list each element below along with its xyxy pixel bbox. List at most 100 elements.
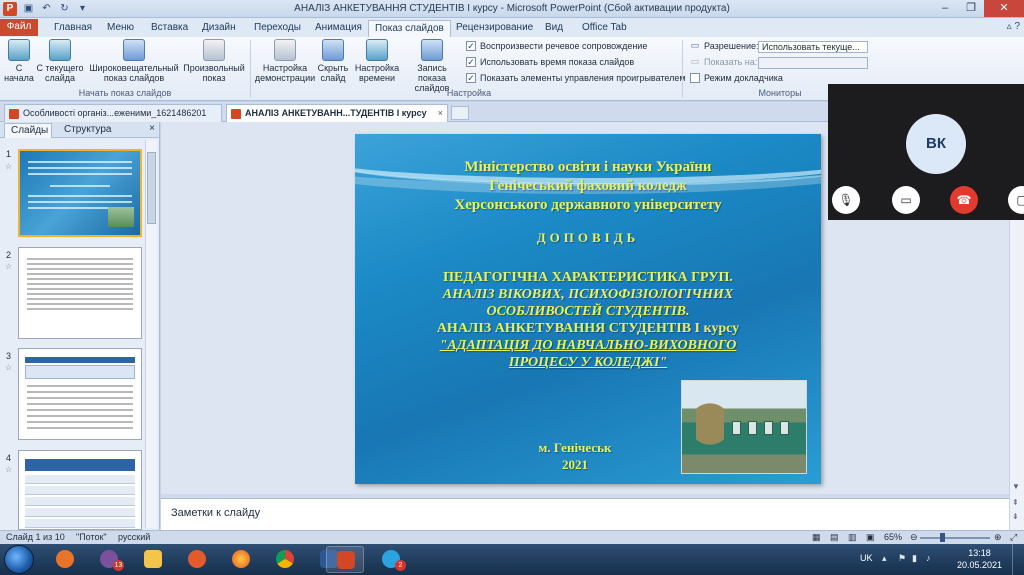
- media-player-icon: [188, 550, 206, 568]
- zoom-level[interactable]: 65%: [884, 532, 902, 542]
- tab-insert[interactable]: Вставка: [145, 20, 194, 37]
- tab-slideshow[interactable]: Показ слайдов: [368, 20, 451, 37]
- input-language[interactable]: UK: [860, 553, 873, 563]
- fit-slide-icon[interactable]: ⤢: [1010, 532, 1017, 543]
- slide-counter: Слайд 1 из 10: [6, 532, 65, 542]
- resolution-label: Разрешение:: [704, 41, 759, 51]
- presenter-view-label: Режим докладчика: [704, 73, 783, 83]
- tab-office-tab[interactable]: Office Tab: [576, 20, 633, 37]
- language-indicator[interactable]: русский: [118, 532, 150, 542]
- tab-file[interactable]: Файл: [0, 19, 38, 36]
- view-reading-icon[interactable]: ▥: [848, 532, 857, 543]
- tab-outline[interactable]: Структура: [58, 123, 117, 138]
- prev-slide-icon[interactable]: ⇞: [1012, 498, 1019, 507]
- from-start-label: С начала: [4, 63, 34, 83]
- rehearse-timings-button[interactable]: Настройка времени: [354, 39, 400, 83]
- stopwatch-icon: [366, 39, 388, 61]
- volume-icon[interactable]: ♪: [926, 553, 931, 563]
- tab-slides[interactable]: Слайды: [4, 123, 52, 138]
- view-slideshow-icon[interactable]: ▣: [866, 532, 875, 543]
- narration-checkbox[interactable]: ✓ Воспроизвести речевое сопровождение: [466, 41, 647, 51]
- camera-icon[interactable]: ▭: [892, 186, 920, 214]
- topic-line-4: АНАЛІЗ АНКЕТУВАННЯ СТУДЕНТІВ І курсу: [436, 321, 740, 336]
- scroll-down-icon[interactable]: ▼: [1012, 482, 1020, 491]
- taskbar-app-1[interactable]: [46, 546, 84, 573]
- tab-transitions[interactable]: Переходы: [248, 20, 307, 37]
- show-on-dropdown[interactable]: [758, 57, 868, 69]
- view-sorter-icon[interactable]: ▤: [830, 532, 839, 543]
- theme-name: "Поток": [76, 532, 107, 542]
- from-current-label: С текущего слайда: [36, 63, 84, 83]
- close-tab-icon[interactable]: ×: [438, 105, 443, 122]
- close-button[interactable]: ✕: [984, 0, 1024, 17]
- from-start-button[interactable]: С начала: [4, 39, 34, 83]
- slide-thumbnail-2[interactable]: [18, 247, 142, 339]
- zoom-in-icon[interactable]: ⊕: [994, 532, 1002, 543]
- media-controls-label: Показать элементы управления проигрывате…: [480, 73, 686, 83]
- slide-thumbnail-1[interactable]: [18, 149, 142, 237]
- media-controls-checkbox[interactable]: ✓ Показать элементы управления проигрыва…: [466, 73, 686, 83]
- doc-tab-2[interactable]: АНАЛІЗ АНКЕТУВАНН...ТУДЕНТІВ І курсу ×: [226, 104, 448, 122]
- college-line: Генічеський фаховий коледж: [489, 178, 687, 194]
- group-start-label: Начать показ слайдов: [78, 88, 172, 98]
- taskbar-viber[interactable]: 13: [90, 546, 128, 573]
- panel-scrollbar[interactable]: [145, 140, 157, 528]
- new-tab-button[interactable]: [451, 106, 469, 120]
- from-current-button[interactable]: С текущего слайда: [36, 39, 84, 83]
- custom-show-button[interactable]: Произвольный показ: [182, 39, 246, 83]
- ribbon-help-icons[interactable]: ▵ ?: [1007, 21, 1020, 32]
- resolution-dropdown[interactable]: Использовать текуще...: [758, 41, 868, 53]
- setup-show-button[interactable]: Настройка демонстрации: [254, 39, 316, 83]
- taskbar-media[interactable]: [178, 546, 216, 573]
- taskbar-explorer[interactable]: [134, 546, 172, 573]
- hide-slide-button[interactable]: Скрыть слайд: [316, 39, 350, 83]
- doc-tab-1[interactable]: Особливості організ...еженими_1621486201: [4, 104, 222, 122]
- use-timings-checkbox[interactable]: ✓ Использовать время показа слайдов: [466, 57, 634, 67]
- hang-up-icon[interactable]: ☎: [950, 186, 978, 214]
- tray-expand-icon[interactable]: ▴: [882, 553, 887, 564]
- close-panel-icon[interactable]: ×: [149, 123, 155, 134]
- minimize-button[interactable]: –: [932, 0, 958, 17]
- slide-thumbnail-3[interactable]: [18, 348, 142, 440]
- taskbar-powerpoint[interactable]: [326, 546, 364, 573]
- zoom-out-icon[interactable]: ⊖: [910, 532, 918, 543]
- flag-icon[interactable]: ⚑: [898, 553, 906, 564]
- show-desktop-button[interactable]: [1012, 544, 1024, 575]
- next-slide-icon[interactable]: ⇟: [1012, 512, 1019, 521]
- start-button[interactable]: [4, 545, 34, 574]
- powerpoint-icon: [337, 551, 355, 569]
- tab-animation[interactable]: Анимация: [309, 20, 368, 37]
- group-monitors-label: Мониторы: [758, 88, 802, 98]
- taskbar-firefox[interactable]: [222, 546, 260, 573]
- checkbox-checked-icon: ✓: [466, 41, 476, 51]
- slideshow-start-icon: [8, 39, 30, 61]
- zoom-slider[interactable]: [920, 537, 990, 539]
- topic-line-5: "АДАПТАЦІЯ ДО НАВЧАЛЬНО-ВИХОВНОГО: [439, 338, 737, 353]
- scrollbar-thumb[interactable]: [147, 152, 156, 224]
- maximize-button[interactable]: ❐: [958, 0, 984, 17]
- current-slide[interactable]: Міністерство освіти і науки України Гені…: [355, 134, 821, 484]
- broadcast-button[interactable]: Широковещательный показ слайдов: [88, 39, 180, 83]
- tab-home[interactable]: Главная: [48, 20, 98, 37]
- microphone-icon[interactable]: 🎙: [832, 186, 860, 214]
- taskbar-chrome[interactable]: [266, 546, 304, 573]
- tab-menu[interactable]: Меню: [101, 20, 140, 37]
- taskbar-skype[interactable]: 2: [372, 546, 410, 573]
- view-normal-icon[interactable]: ▦: [812, 532, 821, 543]
- network-icon[interactable]: ▮: [912, 553, 917, 564]
- window-title: АНАЛІЗ АНКЕТУВАННЯ СТУДЕНТІВ І курсу - M…: [294, 3, 730, 14]
- topic-line-6: ПРОЦЕСУ У КОЛЕДЖІ": [508, 355, 668, 370]
- status-bar: Слайд 1 из 10 "Поток" русский ▦ ▤ ▥ ▣ 65…: [0, 530, 1024, 544]
- clock[interactable]: 13:18 20.05.2021: [957, 547, 1002, 571]
- presenter-view-checkbox[interactable]: Режим докладчика: [690, 73, 783, 83]
- record-show-button[interactable]: Запись показа слайдов: [402, 39, 462, 93]
- city-text: м. Генічеськ: [538, 440, 612, 455]
- zoom-slider-knob[interactable]: [940, 533, 945, 542]
- tab-design[interactable]: Дизайн: [196, 20, 242, 37]
- share-screen-icon[interactable]: ▢: [1008, 186, 1024, 214]
- notification-badge: 2: [395, 560, 406, 571]
- tab-review[interactable]: Рецензирование: [450, 20, 539, 37]
- notes-pane[interactable]: Заметки к слайду: [161, 498, 1009, 530]
- tab-view[interactable]: Вид: [539, 20, 569, 37]
- slide-thumbnail-4[interactable]: [18, 450, 142, 530]
